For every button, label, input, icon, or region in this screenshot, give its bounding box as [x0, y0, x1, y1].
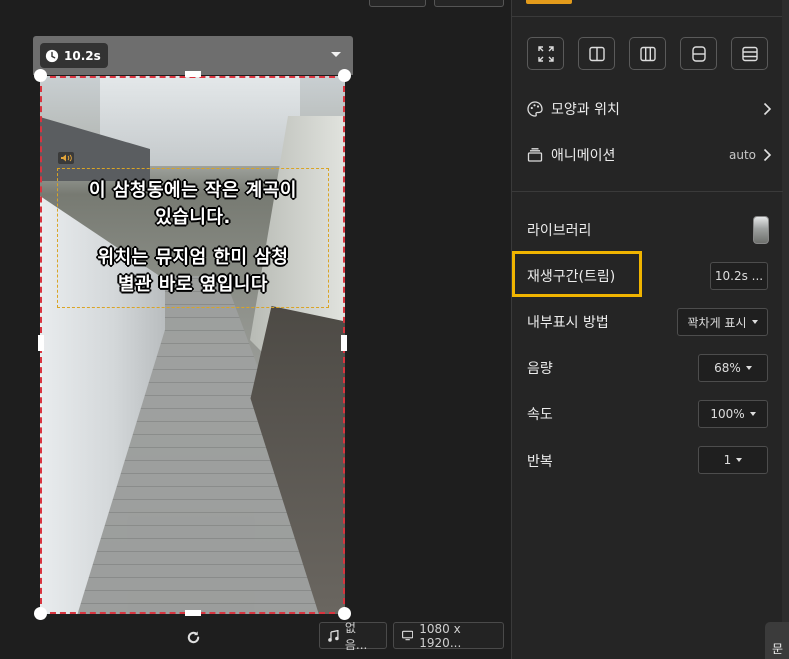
- subtitle-line: 이 삼청동에는 작은 계곡이: [89, 180, 297, 201]
- trim-label: 재생구간(트림): [527, 269, 616, 285]
- layers-icon: [527, 148, 543, 162]
- layout-split-horizontal-button[interactable]: [680, 37, 717, 70]
- caret-down-icon: [745, 366, 752, 370]
- divider: [512, 16, 783, 17]
- resolution-button[interactable]: 1080 x 1920...: [393, 621, 504, 650]
- layout-split-rows-button[interactable]: [731, 37, 768, 70]
- speed-dropdown[interactable]: 100%: [698, 400, 768, 428]
- split-three-icon: [639, 46, 656, 61]
- toolbar-button-stub[interactable]: [434, 0, 504, 7]
- resize-handle-right[interactable]: [341, 335, 347, 351]
- resolution-button-label: 1080 x 1920...: [419, 621, 462, 650]
- resize-handle-bottom-left[interactable]: [34, 607, 47, 620]
- subtitle-spacer: [58, 231, 328, 244]
- corner-tab-label: 문: [772, 642, 784, 656]
- speed-label: 속도: [527, 407, 553, 423]
- split-two-icon: [588, 46, 605, 61]
- chevron-right-icon: [763, 102, 772, 116]
- library-thumbnail[interactable]: [753, 216, 769, 244]
- layout-split-three-button[interactable]: [629, 37, 666, 70]
- toolbar-button-stub[interactable]: [369, 0, 426, 7]
- rotate-icon[interactable]: [186, 630, 201, 645]
- active-tab-indicator[interactable]: [526, 0, 572, 4]
- music-button-label: 없음...: [344, 620, 368, 652]
- duration-value: 10.2s: [64, 48, 101, 63]
- layout-fit-button[interactable]: [527, 37, 564, 70]
- resize-handle-top[interactable]: [185, 71, 201, 77]
- trim-value: 10.2s ...: [714, 269, 764, 283]
- volume-label: 음량: [527, 361, 553, 377]
- music-note-icon: [328, 629, 339, 642]
- resize-handle-top-left[interactable]: [34, 69, 47, 82]
- clip-duration-bar[interactable]: 10.2s: [33, 36, 353, 75]
- properties-panel: 모양과 위치 애니메이션 auto 라이브러리 재생구간(트림) 10.2s .…: [511, 0, 789, 659]
- subtitle-line: 위치는 뮤지엄 한미 삼청: [97, 247, 289, 268]
- repeat-dropdown[interactable]: 1: [698, 446, 768, 474]
- corner-tab[interactable]: 문: [765, 622, 789, 659]
- subtitle-line: 있습니다.: [155, 207, 231, 228]
- duration-chip[interactable]: 10.2s: [40, 43, 108, 68]
- music-button[interactable]: 없음...: [319, 621, 387, 652]
- speaker-icon[interactable]: [58, 152, 74, 164]
- split-horizontal-icon: [691, 45, 706, 62]
- volume-dropdown[interactable]: 68%: [698, 354, 768, 382]
- monitor-icon: [402, 630, 414, 641]
- speed-value: 100%: [710, 407, 745, 421]
- animation-label: 애니메이션: [551, 148, 616, 164]
- chevron-right-icon: [763, 148, 772, 162]
- repeat-label: 반복: [527, 454, 553, 470]
- display-mode-value: 꽉차게 표시: [687, 315, 747, 330]
- volume-value: 68%: [714, 361, 741, 375]
- appearance-menu-row[interactable]: 모양과 위치: [527, 97, 772, 121]
- resize-handle-top-right[interactable]: [338, 69, 351, 82]
- repeat-value: 1: [723, 453, 732, 467]
- library-label: 라이브러리: [527, 223, 592, 239]
- animation-menu-row[interactable]: 애니메이션 auto: [527, 143, 772, 167]
- palette-icon: [527, 101, 543, 117]
- caret-down-icon: [749, 412, 756, 416]
- caret-down-icon: [736, 458, 743, 462]
- layout-button-row: [527, 37, 768, 70]
- split-rows-icon: [741, 46, 758, 61]
- clock-icon: [45, 49, 59, 62]
- caret-down-icon: [751, 320, 758, 324]
- resize-handle-left[interactable]: [38, 335, 44, 351]
- video-preview[interactable]: [40, 76, 345, 614]
- panel-scrollbar[interactable]: [782, 0, 789, 659]
- display-mode-label: 내부표시 방법: [527, 315, 609, 331]
- subtitle-text-box[interactable]: 이 삼청동에는 작은 계곡이 있습니다. 위치는 뮤지엄 한미 삼청 별관 바로…: [57, 168, 329, 308]
- trim-value-button[interactable]: 10.2s ...: [710, 262, 768, 290]
- chevron-down-icon[interactable]: [331, 52, 341, 57]
- fit-screen-icon: [537, 45, 554, 62]
- layout-split-two-button[interactable]: [578, 37, 615, 70]
- animation-value: auto: [728, 148, 756, 162]
- canvas-area: 10.2s 이 삼청동에는 작은 계곡이 있습니다. 위치는 뮤지엄 한미 삼청…: [0, 0, 511, 659]
- divider: [512, 191, 783, 192]
- resize-handle-bottom[interactable]: [185, 610, 201, 616]
- subtitle-line: 별관 바로 옆입니다: [117, 274, 268, 295]
- display-mode-dropdown[interactable]: 꽉차게 표시: [677, 308, 768, 336]
- appearance-label: 모양과 위치: [551, 102, 620, 118]
